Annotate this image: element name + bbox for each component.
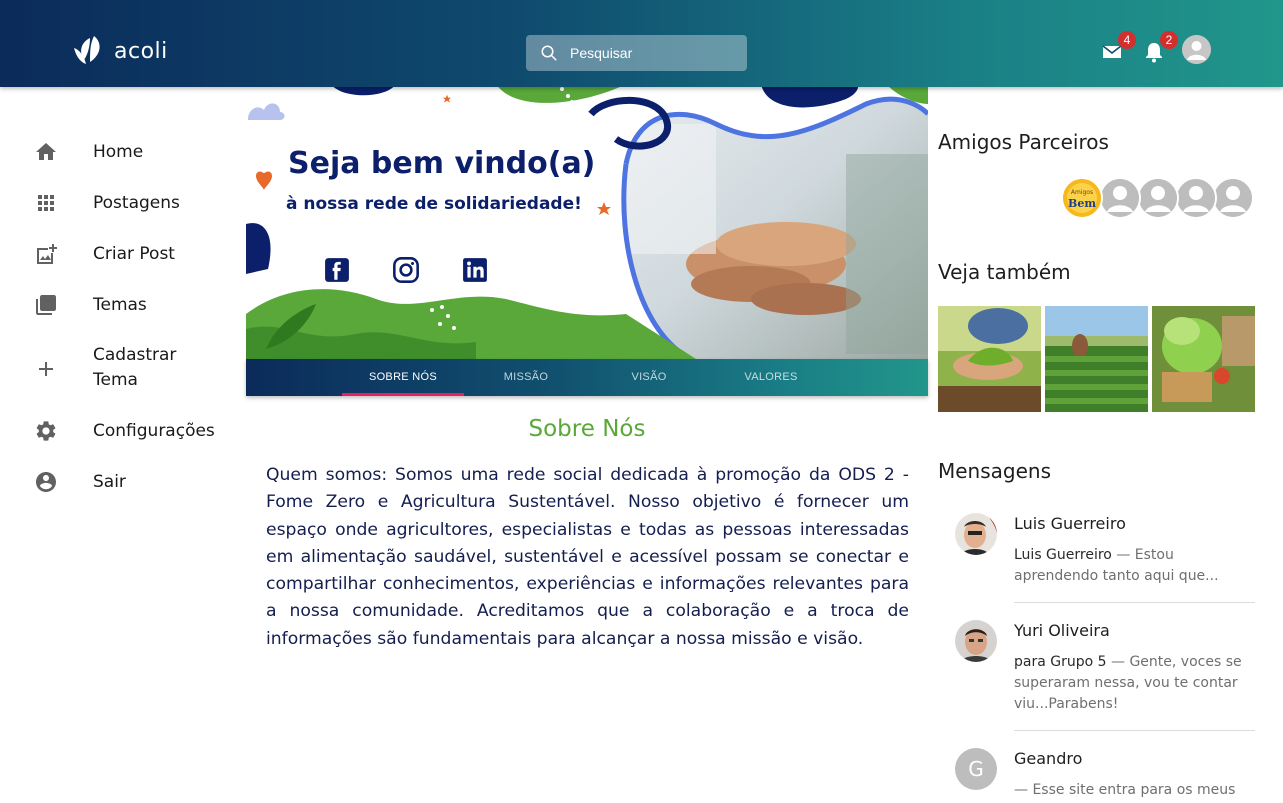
partners-title: Amigos Parceiros xyxy=(938,130,1109,154)
sidebar-item-home[interactable]: Home xyxy=(34,140,143,164)
svg-text:Amigos: Amigos xyxy=(1071,189,1093,196)
banner-illustration xyxy=(246,84,928,359)
sidebar-item-sair[interactable]: Sair xyxy=(34,470,126,494)
section-title: Sobre Nós xyxy=(528,416,646,442)
message-sender: Geandro xyxy=(1014,749,1083,768)
message-avatar[interactable] xyxy=(955,620,997,662)
see-also-image[interactable] xyxy=(1152,306,1255,412)
sidebar-item-cadastrar-tema[interactable]: Cadastrar Tema xyxy=(34,345,176,390)
user-silhouette-icon xyxy=(1177,179,1215,217)
linkedin-icon[interactable] xyxy=(462,257,488,283)
search-placeholder: Pesquisar xyxy=(570,45,633,61)
banner-tabs: SOBRE NÓS MISSÃO VISÃO VALORES xyxy=(246,359,928,396)
message-preview[interactable]: — Esse site entra para os meus xyxy=(1014,780,1255,801)
message-recipient: Luis Guerreiro xyxy=(1014,547,1112,563)
home-icon xyxy=(34,140,58,164)
tab-missao[interactable]: MISSÃO xyxy=(464,359,588,396)
app-name: acoli xyxy=(114,38,168,64)
banner-subheadline: à nossa rede de solidariedade! xyxy=(286,194,582,214)
partner-avatar[interactable] xyxy=(1175,177,1217,219)
tab-visao[interactable]: VISÃO xyxy=(588,359,710,396)
notifications-button[interactable]: 2 xyxy=(1142,31,1178,66)
sidebar-item-temas[interactable]: Temas xyxy=(34,293,147,317)
see-also-title: Veja também xyxy=(938,260,1071,284)
sidebar-item-label: Home xyxy=(93,141,144,162)
person-photo xyxy=(955,513,997,555)
search-icon xyxy=(541,45,557,61)
divider xyxy=(1014,602,1255,603)
divider xyxy=(1014,730,1255,731)
sidebar-item-label: Criar Post xyxy=(93,243,175,264)
sidebar: Home Postagens Criar Post Temas Cadastra… xyxy=(0,87,243,803)
gear-icon xyxy=(34,419,58,443)
see-also-image[interactable] xyxy=(1045,306,1148,412)
message-preview[interactable]: Luis Guerreiro — Estou aprendendo tanto … xyxy=(1014,545,1255,587)
apps-grid-icon xyxy=(34,191,58,215)
sidebar-item-label: Temas xyxy=(93,294,147,315)
message-recipient: para Grupo 5 xyxy=(1014,654,1107,670)
see-also-image[interactable] xyxy=(938,306,1041,412)
top-app-bar: acoli Pesquisar 4 2 xyxy=(0,0,1283,87)
notifications-badge: 2 xyxy=(1160,31,1178,49)
welcome-banner: Seja bem vindo(a) à nossa rede de solida… xyxy=(246,84,928,359)
message-sender: Luis Guerreiro xyxy=(1014,514,1126,533)
mail-button[interactable]: 4 xyxy=(1100,31,1136,66)
message-preview[interactable]: para Grupo 5 — Gente, voces se superaram… xyxy=(1014,652,1255,715)
sidebar-item-label: Sair xyxy=(93,471,126,492)
partner-avatar-amigos-do-bem[interactable]: Amigos Bem xyxy=(1061,177,1103,219)
message-text: — Esse site entra para os meus xyxy=(1014,782,1236,798)
user-silhouette-icon xyxy=(1214,179,1252,217)
tab-sobre-nos[interactable]: SOBRE NÓS xyxy=(342,359,464,396)
leaf-logo-icon xyxy=(74,36,100,64)
amigos-do-bem-logo: Amigos Bem xyxy=(1063,179,1101,217)
account-circle-icon xyxy=(34,470,58,494)
partner-avatar[interactable] xyxy=(1137,177,1179,219)
active-tab-indicator xyxy=(342,393,464,396)
user-avatar[interactable] xyxy=(1182,35,1211,64)
add-photo-icon xyxy=(34,242,58,266)
user-silhouette-icon xyxy=(1139,179,1177,217)
facebook-icon[interactable] xyxy=(324,257,350,283)
message-avatar-initial[interactable]: G xyxy=(955,748,997,790)
svg-text:Bem: Bem xyxy=(1068,197,1096,210)
sidebar-item-criar-post[interactable]: Criar Post xyxy=(34,242,175,266)
user-silhouette-icon xyxy=(1182,35,1211,64)
user-silhouette-icon xyxy=(1101,179,1139,217)
message-avatar[interactable] xyxy=(955,513,997,555)
mail-badge: 4 xyxy=(1118,31,1136,49)
sidebar-item-postagens[interactable]: Postagens xyxy=(34,191,180,215)
about-text: Quem somos: Somos uma rede social dedica… xyxy=(266,465,909,649)
partner-avatar[interactable] xyxy=(1099,177,1141,219)
sidebar-item-configuracoes[interactable]: Configurações xyxy=(34,419,215,443)
see-also-gallery xyxy=(938,306,1255,412)
plus-icon xyxy=(34,357,58,381)
person-photo xyxy=(955,620,997,662)
library-icon xyxy=(34,293,58,317)
message-sender: Yuri Oliveira xyxy=(1014,621,1110,640)
sidebar-item-label: Cadastrar Tema xyxy=(93,345,177,390)
banner-headline: Seja bem vindo(a) xyxy=(288,146,596,181)
partners-list: Amigos Bem xyxy=(1061,177,1256,219)
sidebar-item-label: Postagens xyxy=(93,192,180,213)
app-logo[interactable]: acoli xyxy=(72,32,168,70)
sidebar-item-label: Configurações xyxy=(93,420,215,441)
instagram-icon[interactable] xyxy=(392,256,420,284)
search-input[interactable]: Pesquisar xyxy=(526,35,747,71)
messages-title: Mensagens xyxy=(938,459,1052,483)
partner-avatar[interactable] xyxy=(1212,177,1254,219)
tab-valores[interactable]: VALORES xyxy=(710,359,832,396)
